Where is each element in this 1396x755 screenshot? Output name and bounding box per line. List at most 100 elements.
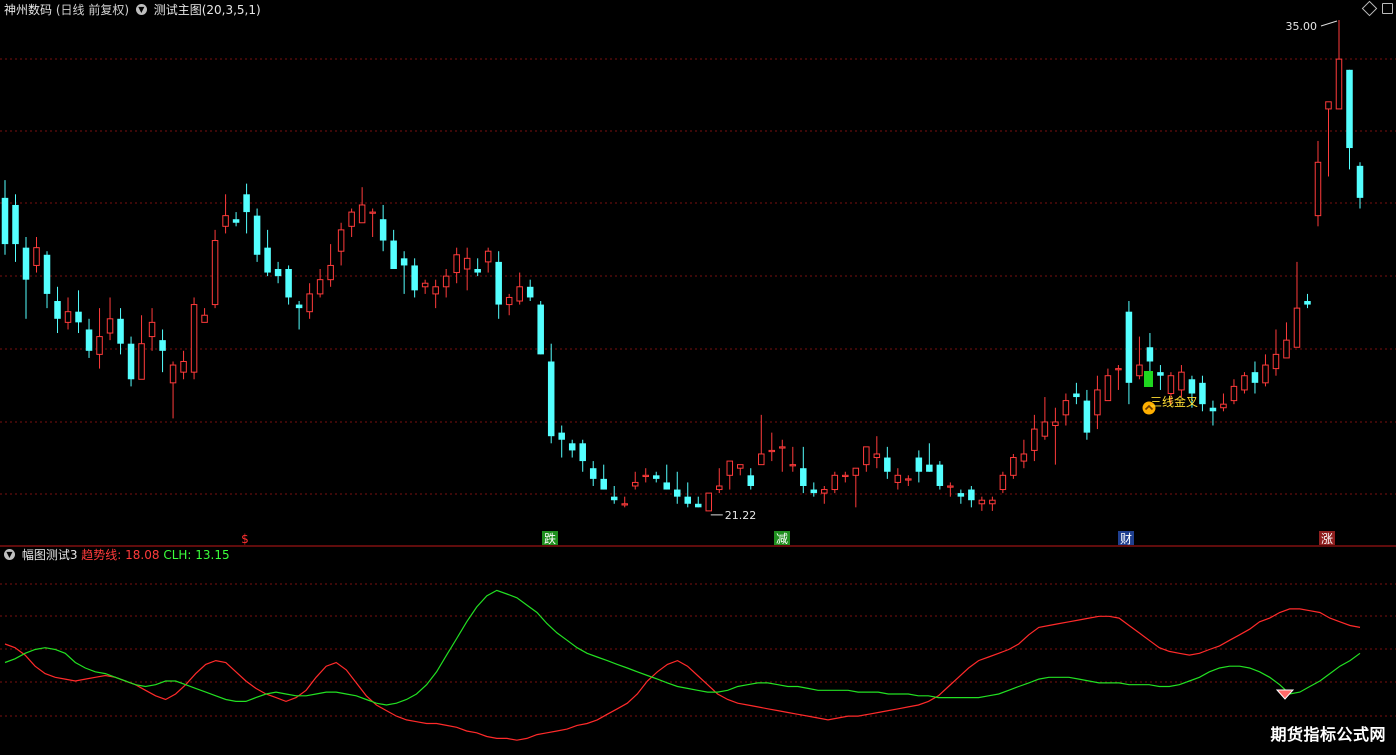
candle-body	[148, 321, 156, 338]
candle-body	[201, 314, 208, 323]
candle-body	[232, 219, 240, 223]
candle-body	[379, 219, 387, 241]
signal-marker: 涨	[1321, 531, 1333, 546]
candle-body	[810, 489, 818, 494]
candle-body	[169, 364, 177, 384]
candle-body	[1010, 457, 1017, 476]
candle-body	[411, 265, 418, 291]
trend-line	[4, 608, 1361, 741]
candle-body	[526, 286, 534, 298]
sub-header: ▼ 幅图测试3 趋势线: 18.08 CLH: 13.15	[4, 546, 230, 564]
candle-body	[253, 215, 261, 255]
candle-body	[127, 343, 135, 380]
candle-body	[1167, 375, 1175, 395]
candle-body	[716, 485, 723, 491]
candle-body	[1325, 101, 1332, 110]
candle-body	[64, 311, 72, 323]
candle-body	[694, 503, 702, 508]
trend-line-label: 趋势线: 18.08	[81, 548, 160, 562]
signal-marker: 财	[1120, 532, 1132, 546]
candle-body	[1209, 407, 1217, 412]
candle-body	[1335, 58, 1343, 110]
period-mode[interactable]: (日线 前复权)	[56, 3, 129, 17]
min-label: 21.22	[725, 509, 757, 522]
candle-body	[989, 499, 996, 505]
candle-body	[957, 493, 965, 497]
candle-body	[1241, 375, 1248, 391]
candle-body	[1178, 371, 1185, 391]
signal-marker: 减	[776, 532, 788, 546]
candle-body	[1199, 382, 1206, 405]
sub-indicator-name[interactable]: 幅图测试3	[22, 548, 78, 562]
candle-body	[1062, 400, 1070, 416]
candle-body	[1251, 372, 1259, 383]
candle-body	[831, 474, 839, 491]
candle-body	[495, 261, 502, 305]
candle-body	[505, 296, 513, 306]
candle-body	[821, 489, 828, 494]
candle-body	[432, 286, 439, 295]
candle-body	[589, 468, 597, 479]
signal-label: 三线金叉	[1150, 394, 1198, 409]
candle-body	[295, 304, 303, 309]
clh-label: CLH: 13.15	[163, 548, 230, 562]
candle-body	[106, 318, 114, 334]
candle-body	[463, 257, 471, 270]
watermark: 期货指标公式网	[1270, 725, 1386, 744]
chart-canvas[interactable]: 35.00 21.22 三线金叉 $ 跌 减 财 涨	[0, 0, 1396, 751]
candle-body	[926, 464, 933, 472]
chevron-down-icon[interactable]: ▼	[135, 4, 147, 15]
candle-body	[737, 464, 744, 469]
candle-body	[747, 475, 755, 486]
candle-body	[558, 432, 565, 440]
candle-body	[12, 204, 19, 245]
candle-body	[863, 446, 870, 466]
candle-body	[1346, 69, 1353, 149]
candle-body	[358, 204, 366, 224]
candle-body	[180, 360, 187, 373]
max-label: 35.00	[1285, 20, 1317, 33]
candle-body	[547, 361, 555, 437]
candle-body	[484, 250, 492, 263]
candle-body	[652, 475, 660, 479]
candle-body	[779, 446, 786, 449]
candle-body	[600, 478, 607, 490]
candle-body	[1073, 393, 1080, 398]
stock-name[interactable]: 神州数码	[4, 3, 52, 17]
candle-body	[516, 286, 523, 302]
candle-body	[947, 485, 954, 488]
candle-body	[337, 229, 345, 252]
candle-body	[1157, 372, 1164, 376]
candle-body	[631, 481, 639, 487]
candle-body	[348, 211, 355, 227]
candle-body	[1272, 353, 1280, 370]
candle-body	[306, 293, 313, 313]
candle-body	[243, 194, 250, 213]
candle-body	[1115, 368, 1122, 371]
candle-body	[915, 457, 923, 472]
candle-body	[1, 197, 9, 245]
candle-body	[1052, 421, 1059, 427]
candle-body	[852, 467, 860, 476]
candle-body	[1031, 428, 1038, 451]
indicator-name[interactable]: 测试主图(20,3,5,1)	[154, 3, 261, 17]
window-icon[interactable]	[1382, 3, 1393, 14]
clh-line	[4, 589, 1361, 706]
candle-body	[474, 269, 481, 273]
candle-body	[54, 301, 61, 319]
candle-body	[33, 247, 40, 266]
candle-body	[905, 478, 912, 481]
signal-marker: $	[241, 532, 249, 546]
candle-body	[673, 489, 681, 497]
candle-body	[75, 311, 82, 323]
candle-body	[1083, 400, 1091, 433]
candle-body	[705, 492, 713, 512]
candle-body	[1304, 301, 1311, 305]
candle-body	[873, 453, 881, 459]
chevron-down-icon[interactable]: ▼	[4, 549, 15, 560]
candle-body	[211, 240, 219, 306]
candle-body	[968, 489, 975, 501]
candle-body	[936, 464, 944, 486]
candle-body	[1041, 421, 1049, 437]
candle-body	[138, 343, 145, 380]
